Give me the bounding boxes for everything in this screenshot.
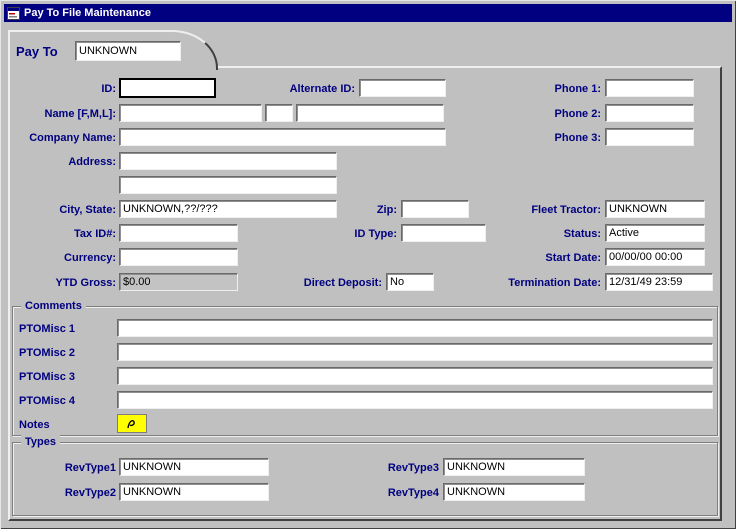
termination-date-input[interactable] <box>605 273 713 291</box>
phone2-input[interactable] <box>605 104 694 122</box>
ptomisc4-label: PTOMisc 4 <box>19 392 109 410</box>
types-legend: Types <box>21 435 60 449</box>
ptomisc3-label: PTOMisc 3 <box>19 368 109 386</box>
notes-button[interactable] <box>117 414 147 433</box>
revtype2-input[interactable] <box>119 483 269 501</box>
window: Pay To File Maintenance Pay To ID: Alter… <box>0 0 736 529</box>
id-type-label: ID Type: <box>338 225 397 243</box>
pay-to-label: Pay To <box>16 44 58 59</box>
ytd-gross-input <box>119 273 238 291</box>
start-date-label: Start Date: <box>523 249 601 267</box>
address-line1-input[interactable] <box>119 152 337 170</box>
ptomisc2-label: PTOMisc 2 <box>19 344 109 362</box>
id-input[interactable] <box>119 78 216 98</box>
start-date-input[interactable] <box>605 248 705 266</box>
ptomisc1-label: PTOMisc 1 <box>19 320 109 338</box>
tax-id-input[interactable] <box>119 224 238 242</box>
revtype4-label: RevType4 <box>339 484 439 502</box>
revtype3-input[interactable] <box>443 458 585 476</box>
phone1-label: Phone 1: <box>518 80 601 98</box>
ptomisc2-input[interactable] <box>117 343 713 361</box>
fleet-tractor-input[interactable] <box>605 200 705 218</box>
phone3-label: Phone 3: <box>518 129 601 147</box>
currency-label: Currency: <box>34 249 116 267</box>
status-input[interactable] <box>605 224 705 242</box>
comments-group: Comments PTOMisc 1 PTOMisc 2 PTOMisc 3 P… <box>12 306 718 436</box>
ptomisc4-input[interactable] <box>117 391 713 409</box>
company-name-input[interactable] <box>119 128 446 146</box>
fleet-tractor-label: Fleet Tractor: <box>503 201 601 219</box>
alternate-id-input[interactable] <box>359 79 446 97</box>
zip-label: Zip: <box>348 201 397 219</box>
alternate-id-label: Alternate ID: <box>248 80 355 98</box>
address-label: Address: <box>40 153 116 171</box>
note-pen-icon <box>125 417 139 430</box>
notes-label: Notes <box>19 416 109 434</box>
status-label: Status: <box>538 225 601 243</box>
comments-legend: Comments <box>21 299 86 313</box>
id-type-input[interactable] <box>401 224 486 242</box>
ptomisc1-input[interactable] <box>117 319 713 337</box>
city-state-label: City, State: <box>28 201 116 219</box>
pay-to-input[interactable] <box>75 41 181 61</box>
tax-id-label: Tax ID#: <box>38 225 116 243</box>
ytd-gross-label: YTD Gross: <box>28 274 116 292</box>
revtype1-label: RevType1 <box>19 459 116 477</box>
direct-deposit-input[interactable] <box>386 273 434 291</box>
types-group: Types RevType1 RevType3 RevType2 RevType… <box>12 442 718 516</box>
id-label: ID: <box>40 80 116 98</box>
phone2-label: Phone 2: <box>518 105 601 123</box>
revtype1-input[interactable] <box>119 458 269 476</box>
address-line2-input[interactable] <box>119 176 337 194</box>
company-name-label: Company Name: <box>16 129 116 147</box>
ptomisc3-input[interactable] <box>117 367 713 385</box>
app-icon <box>7 7 20 20</box>
zip-input[interactable] <box>401 200 469 218</box>
termination-date-label: Termination Date: <box>478 274 601 292</box>
name-first-input[interactable] <box>119 104 262 122</box>
currency-input[interactable] <box>119 248 238 266</box>
phone1-input[interactable] <box>605 79 694 97</box>
title-bar: Pay To File Maintenance <box>4 4 732 22</box>
window-title: Pay To File Maintenance <box>24 7 151 19</box>
name-middle-input[interactable] <box>265 104 293 122</box>
revtype4-input[interactable] <box>443 483 585 501</box>
phone3-input[interactable] <box>605 128 694 146</box>
revtype2-label: RevType2 <box>19 484 116 502</box>
name-label: Name [F,M,L]: <box>18 105 116 123</box>
name-last-input[interactable] <box>296 104 444 122</box>
direct-deposit-label: Direct Deposit: <box>283 274 382 292</box>
city-state-input[interactable] <box>119 200 337 218</box>
revtype3-label: RevType3 <box>339 459 439 477</box>
